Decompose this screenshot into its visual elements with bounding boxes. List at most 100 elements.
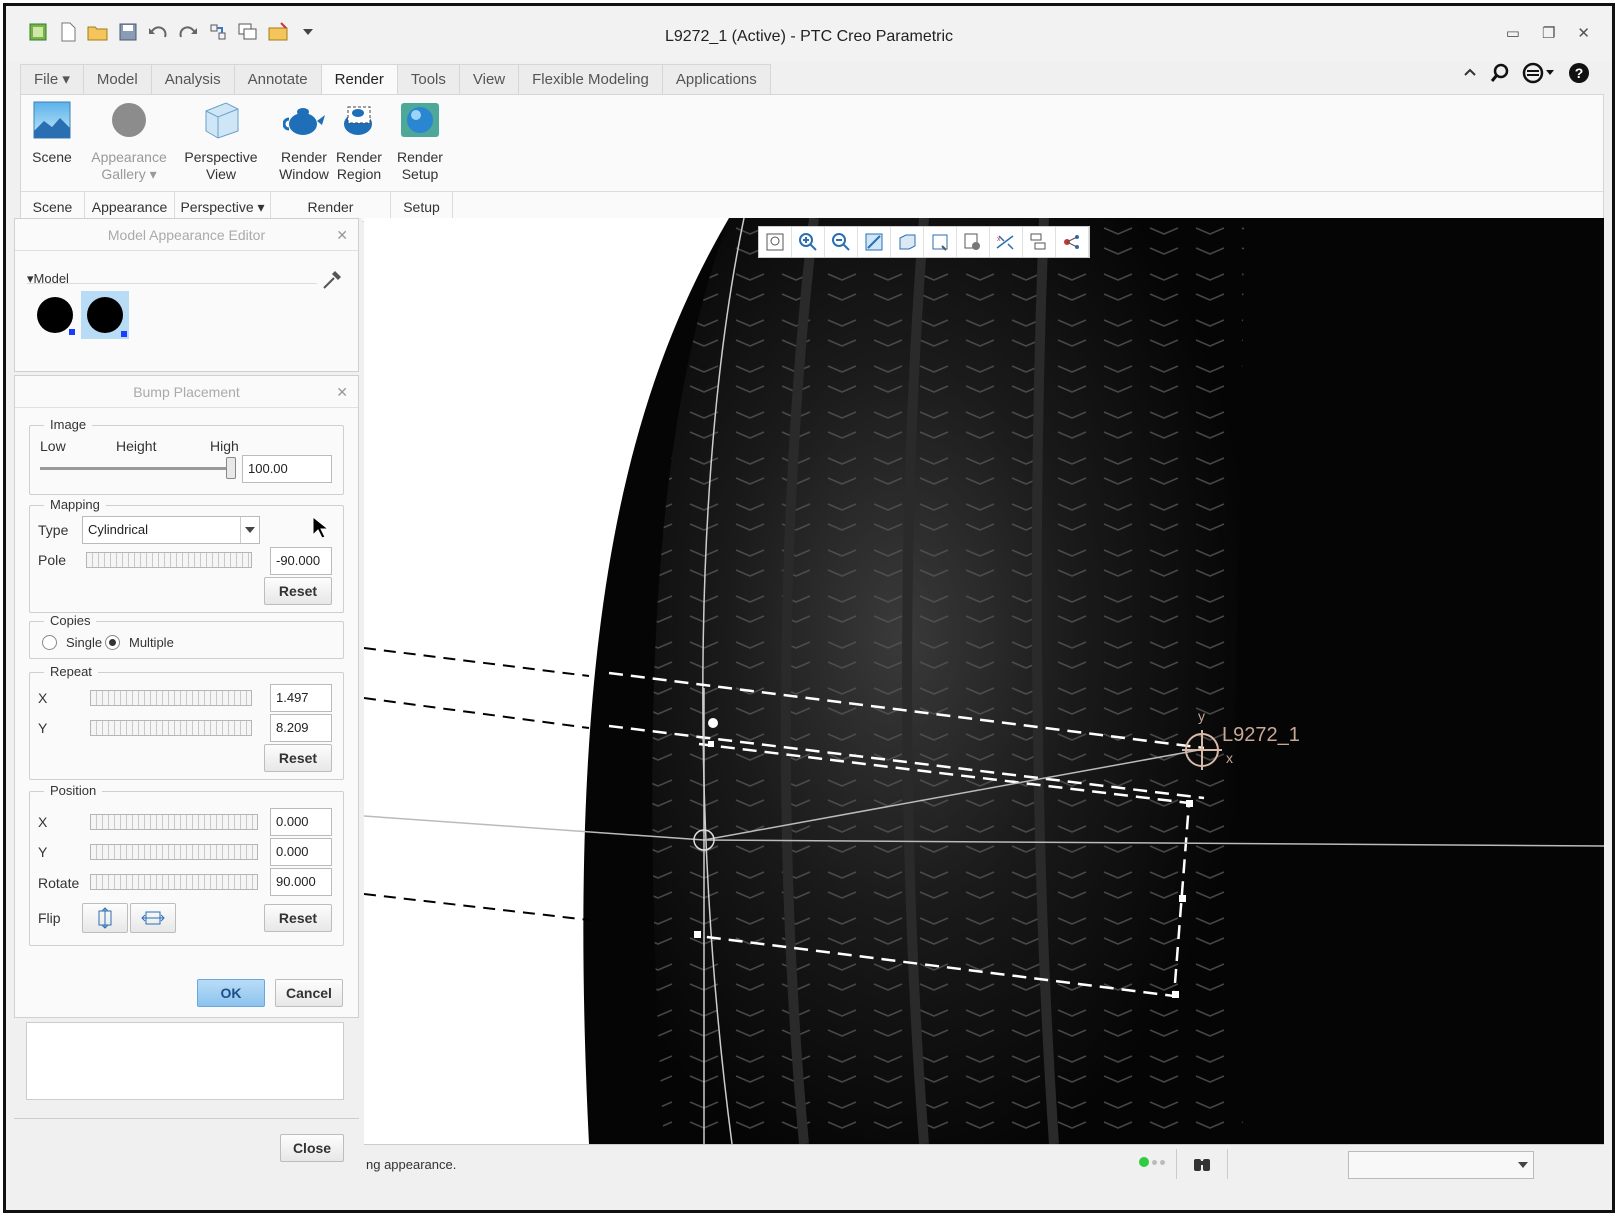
divider <box>14 1118 359 1119</box>
graphics-viewport[interactable]: L9272_1 y x x <box>364 218 1604 1144</box>
pole-slider[interactable] <box>86 552 252 568</box>
render-region-label-1: Render <box>336 149 382 165</box>
position-y-slider[interactable] <box>90 844 258 860</box>
perspective-cube-icon <box>205 102 239 139</box>
repeat-y-slider[interactable] <box>90 720 252 736</box>
repeat-reset-button[interactable]: Reset <box>264 744 332 772</box>
community-icon[interactable] <box>1522 62 1556 84</box>
mapping-reset-button[interactable]: Reset <box>264 577 332 605</box>
view-manager-icon[interactable] <box>957 227 990 257</box>
repeat-y-label: Y <box>38 720 48 736</box>
tab-file[interactable]: File ▾ <box>20 64 84 94</box>
repeat-x-input[interactable]: 1.497 <box>270 684 332 712</box>
scene-icon <box>33 101 71 139</box>
cancel-button[interactable]: Cancel <box>275 979 343 1007</box>
appearance-list-box[interactable] <box>26 1022 344 1100</box>
tab-applications[interactable]: Applications <box>661 64 771 94</box>
tab-analysis[interactable]: Analysis <box>150 64 235 94</box>
model-appearance-editor: Model Appearance Editor ✕ ▾Model <box>14 218 359 372</box>
scene-label: Scene <box>32 149 72 165</box>
low-label: Low <box>40 438 66 454</box>
mapping-type-value: Cylindrical <box>88 522 148 537</box>
saved-orientations-icon[interactable] <box>924 227 957 257</box>
tab-flexible-modeling[interactable]: Flexible Modeling <box>518 64 663 94</box>
datum-display-icon[interactable]: x <box>990 227 1023 257</box>
appearance-swatch[interactable] <box>35 295 75 335</box>
chevron-down-icon[interactable] <box>240 517 259 543</box>
bump-placement-title: Bump Placement ✕ <box>15 376 358 408</box>
flip-vertical-button[interactable] <box>82 903 128 933</box>
chevron-down-icon[interactable] <box>1513 1152 1533 1178</box>
csys-y-label: y <box>1198 708 1205 724</box>
flip-horizontal-button[interactable] <box>130 903 176 933</box>
ok-button[interactable]: OK <box>197 979 265 1007</box>
image-legend: Image <box>44 417 93 432</box>
annotation-display-icon[interactable] <box>1023 227 1056 257</box>
svg-text:?: ? <box>1575 65 1584 81</box>
close-icon[interactable]: ✕ <box>1577 24 1590 42</box>
appearance-gallery-button[interactable]: Appearance Gallery ▾ <box>89 101 169 183</box>
tab-tools[interactable]: Tools <box>396 64 460 94</box>
minimize-icon[interactable]: ▭ <box>1506 24 1520 42</box>
height-slider-thumb[interactable] <box>226 457 236 479</box>
render-setup-icon <box>401 103 439 137</box>
render-region-label-2: Region <box>336 166 382 182</box>
perspective-view-button[interactable]: Perspective View <box>183 101 259 183</box>
bump-placement-dialog: Bump Placement ✕ Image Low Height High 10… <box>14 375 359 1018</box>
type-label: Type <box>38 522 69 538</box>
multiple-radio[interactable] <box>105 635 120 650</box>
render-setup-label-1: Render <box>397 149 443 165</box>
position-x-slider[interactable] <box>90 814 258 830</box>
repeat-y-input[interactable]: 8.209 <box>270 714 332 742</box>
mapping-group: Mapping Type Cylindrical Pole -90.000 Re… <box>29 497 344 613</box>
rotate-input[interactable]: 90.000 <box>270 868 332 896</box>
app-window: L9272_1 (Active) - PTC Creo Parametric ▭… <box>3 3 1615 1213</box>
render-window-button[interactable]: Render Window <box>277 101 331 183</box>
position-x-input[interactable]: 0.000 <box>270 808 332 836</box>
height-value-input[interactable]: 100.00 <box>242 455 332 483</box>
rotate-slider[interactable] <box>90 874 258 890</box>
tire-model-render <box>364 218 1604 1144</box>
zoom-out-icon[interactable] <box>825 227 858 257</box>
appearance-swatch-selected[interactable] <box>81 291 129 339</box>
search-icon[interactable] <box>1490 63 1510 83</box>
tab-view[interactable]: View <box>458 64 520 94</box>
height-slider-track[interactable] <box>40 467 232 470</box>
selection-filter-select[interactable] <box>1348 1151 1534 1179</box>
appearance-editor-title-text: Model Appearance Editor <box>107 227 266 243</box>
model-section-header[interactable]: ▾Model <box>27 271 69 287</box>
close-icon[interactable]: ✕ <box>336 219 348 251</box>
tab-annotate[interactable]: Annotate <box>233 64 322 94</box>
render-setup-button[interactable]: Render Setup <box>393 101 447 183</box>
render-setup-label-2: Setup <box>401 166 439 182</box>
zoom-in-icon[interactable] <box>792 227 825 257</box>
repeat-x-slider[interactable] <box>90 690 252 706</box>
display-style-icon[interactable] <box>891 227 924 257</box>
minimize-ribbon-icon[interactable] <box>1462 65 1478 81</box>
render-window-label-1: Render <box>281 149 327 165</box>
single-radio[interactable] <box>42 635 57 650</box>
position-y-input[interactable]: 0.000 <box>270 838 332 866</box>
tab-render[interactable]: Render <box>320 64 398 96</box>
eyedropper-icon[interactable] <box>321 267 345 291</box>
scene-button[interactable]: Scene <box>29 101 75 166</box>
close-button[interactable]: Close <box>280 1134 344 1162</box>
help-icon[interactable]: ? <box>1568 62 1590 84</box>
position-reset-button[interactable]: Reset <box>264 904 332 932</box>
restore-icon[interactable]: ❐ <box>1542 24 1555 42</box>
render-region-button[interactable]: Render Region <box>333 101 385 183</box>
pole-label: Pole <box>38 552 67 568</box>
tab-model[interactable]: Model <box>82 64 152 94</box>
spin-center-icon[interactable] <box>1056 227 1089 257</box>
mapping-type-select[interactable]: Cylindrical <box>82 516 260 544</box>
status-bar: ng appearance. <box>364 1144 1604 1184</box>
ribbon: Scene Appearance Gallery ▾ Perspective V… <box>20 94 1604 222</box>
refit-icon[interactable] <box>759 227 792 257</box>
close-icon[interactable]: ✕ <box>336 376 348 408</box>
perspective-label-2: View <box>205 166 237 182</box>
find-icon[interactable] <box>1176 1149 1228 1179</box>
copies-group: Copies Single Multiple <box>29 613 344 659</box>
svg-text:x: x <box>997 236 1001 243</box>
pole-value-input[interactable]: -90.000 <box>270 547 332 575</box>
repaint-icon[interactable] <box>858 227 891 257</box>
